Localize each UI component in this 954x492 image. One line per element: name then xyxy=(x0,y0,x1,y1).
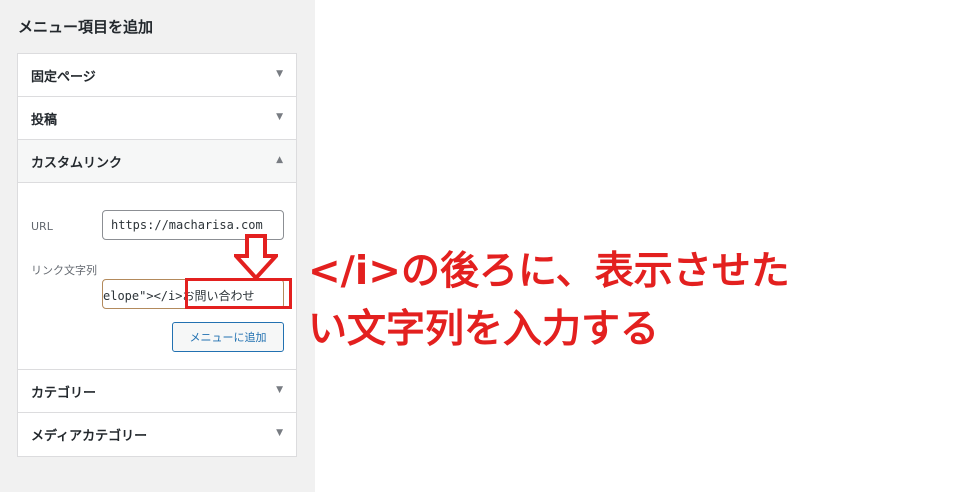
url-label: URL xyxy=(31,220,53,233)
annotation-line-1: </i>の後ろに、表示させた xyxy=(308,249,790,294)
chevron-down-icon: ▼ xyxy=(276,428,283,438)
section-custom-links[interactable]: カスタムリンク ▲ xyxy=(18,140,296,183)
section-pages-title: 固定ページ xyxy=(31,70,96,85)
chevron-down-icon: ▼ xyxy=(276,112,283,122)
link-text-value-before: elope"></i> xyxy=(103,289,183,303)
section-posts-title: 投稿 xyxy=(31,113,58,128)
link-text-label: リンク文字列 xyxy=(31,264,97,277)
chevron-down-icon: ▼ xyxy=(276,69,283,79)
highlight-box xyxy=(185,278,292,309)
section-categories-title: カテゴリー xyxy=(31,386,97,401)
section-posts[interactable]: 投稿 ▼ xyxy=(18,97,296,140)
panel-title: メニュー項目を追加 xyxy=(18,18,154,36)
section-pages[interactable]: 固定ページ ▼ xyxy=(18,54,296,97)
section-media-categories-title: メディアカテゴリー xyxy=(31,429,148,444)
section-categories[interactable]: カテゴリー ▼ xyxy=(18,370,296,413)
chevron-up-icon: ▲ xyxy=(276,155,283,165)
section-media-categories[interactable]: メディアカテゴリー ▼ xyxy=(18,413,296,456)
chevron-down-icon: ▼ xyxy=(276,385,283,395)
section-custom-links-title: カスタムリンク xyxy=(31,156,123,171)
add-to-menu-button[interactable]: メニューに追加 xyxy=(172,322,284,352)
annotation-line-2: い文字列を入力する xyxy=(308,307,660,352)
down-arrow-icon xyxy=(234,234,278,280)
